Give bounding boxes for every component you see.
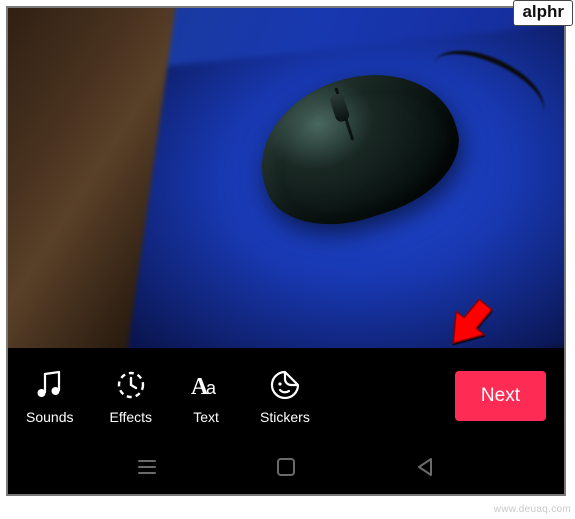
edit-toolbar: Sounds Effects A a Text xyxy=(8,348,564,443)
recents-button[interactable] xyxy=(134,454,160,480)
app-frame: Sounds Effects A a Text xyxy=(6,6,566,496)
back-button[interactable] xyxy=(412,454,438,480)
effects-icon xyxy=(113,367,149,403)
sounds-button[interactable]: Sounds xyxy=(26,367,73,425)
stickers-label: Stickers xyxy=(260,409,310,425)
svg-text:a: a xyxy=(206,378,217,398)
next-button[interactable]: Next xyxy=(455,371,546,421)
source-badge: alphr xyxy=(513,0,573,26)
video-preview[interactable] xyxy=(8,8,564,348)
text-icon: A a xyxy=(188,367,224,403)
watermark: www.deuaq.com xyxy=(494,504,571,515)
android-navbar xyxy=(8,439,564,494)
home-button[interactable] xyxy=(273,454,299,480)
music-note-icon xyxy=(32,367,68,403)
sticker-icon xyxy=(267,367,303,403)
effects-button[interactable]: Effects xyxy=(109,367,152,425)
effects-label: Effects xyxy=(109,409,152,425)
sounds-label: Sounds xyxy=(26,409,73,425)
tool-group: Sounds Effects A a Text xyxy=(26,367,310,425)
stickers-button[interactable]: Stickers xyxy=(260,367,310,425)
text-label: Text xyxy=(193,409,219,425)
text-button[interactable]: A a Text xyxy=(188,367,224,425)
